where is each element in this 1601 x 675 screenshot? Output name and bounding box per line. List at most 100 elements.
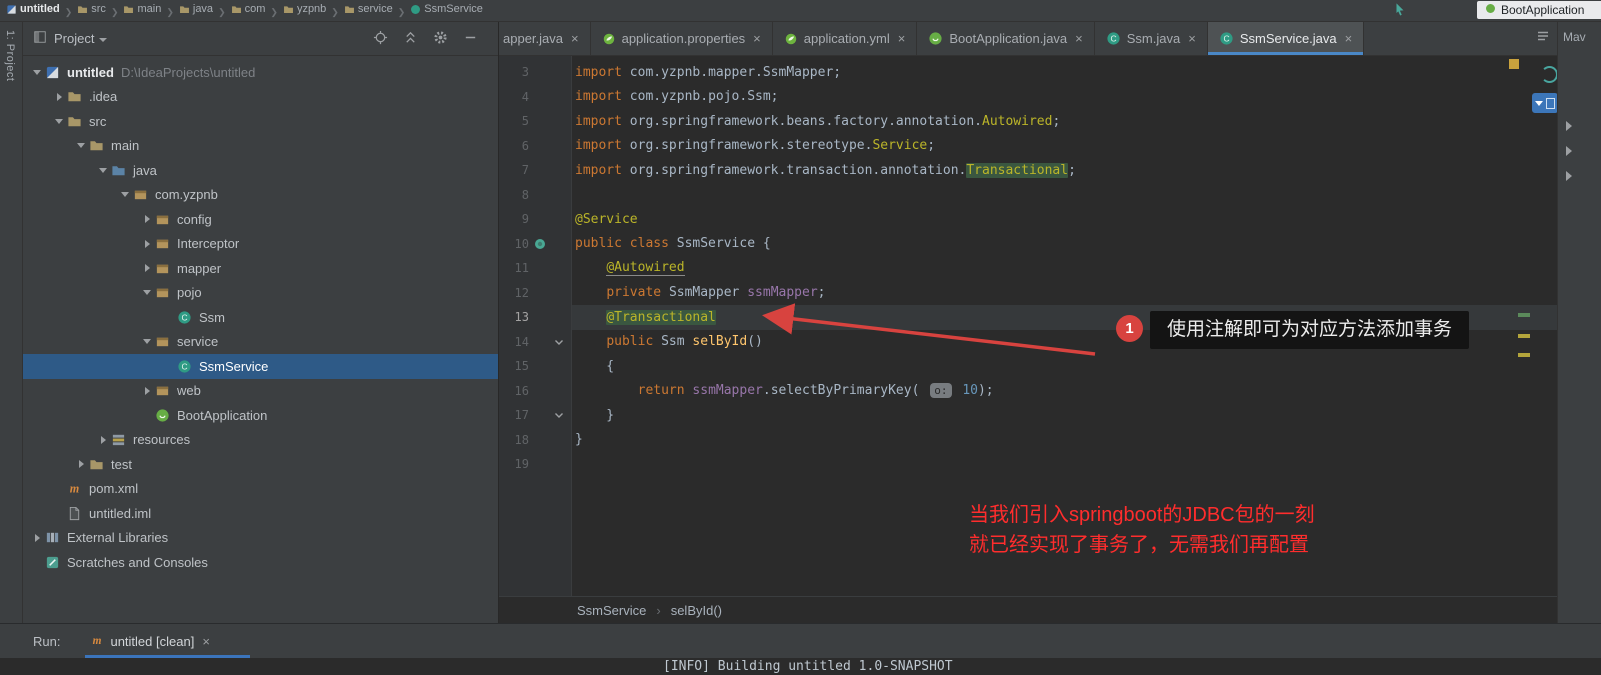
tree-item[interactable]: C Ssm (23, 305, 498, 330)
expand-arrow-right-icon[interactable] (144, 215, 150, 224)
tree-item[interactable]: C SsmService (23, 354, 498, 379)
nav-breadcrumb-item[interactable]: com (231, 3, 265, 15)
expand-arrow-right-icon[interactable] (56, 92, 62, 101)
collapse-all-icon[interactable] (403, 30, 418, 48)
inspections-indicator[interactable] (1509, 59, 1519, 69)
bean-icon[interactable] (529, 238, 551, 250)
project-panel-title[interactable]: Project (54, 31, 94, 46)
sync-icon[interactable] (1541, 66, 1557, 83)
nav-breadcrumb-item[interactable]: service (344, 3, 393, 15)
maven-stripe-button[interactable]: Mav (1563, 30, 1586, 44)
locate-file-icon[interactable] (373, 30, 388, 48)
editor-tab[interactable]: application.properties × (591, 22, 773, 55)
chevron-right-icon[interactable] (1566, 171, 1572, 181)
tree-item[interactable]: pojo (23, 281, 498, 306)
settings-gear-icon[interactable] (433, 30, 448, 48)
tree-item[interactable]: Interceptor (23, 232, 498, 257)
tree-item[interactable]: m pom.xml (23, 477, 498, 502)
gutter-cell[interactable]: 14 (499, 330, 572, 355)
code-line[interactable]: 9 @Service (499, 207, 1557, 232)
expand-arrow-right-icon[interactable] (144, 239, 150, 248)
close-icon[interactable]: × (1075, 31, 1083, 46)
gutter-cell[interactable]: 11 (499, 256, 572, 281)
nav-breadcrumb-item[interactable]: untitled (6, 3, 60, 15)
project-stripe-button[interactable]: 1: Project (4, 30, 16, 81)
tab-list-icon[interactable] (1535, 28, 1551, 49)
tree-item[interactable]: service (23, 330, 498, 355)
code-line[interactable]: 10 public class SsmService { (499, 232, 1557, 257)
expand-arrow-down-icon[interactable] (77, 143, 85, 149)
tree-item[interactable]: BootApplication (23, 403, 498, 428)
gutter-cell[interactable]: 13 (499, 305, 572, 330)
gutter-cell[interactable]: 17 (499, 403, 572, 428)
code-line[interactable]: 12 private SsmMapper ssmMapper; (499, 281, 1557, 306)
gutter-cell[interactable]: 3 (499, 60, 572, 85)
code-line[interactable]: 8 (499, 183, 1557, 208)
nav-breadcrumb-item[interactable]: main (123, 3, 161, 15)
maven-widget[interactable] (1532, 93, 1557, 113)
tree-item[interactable]: External Libraries (23, 526, 498, 551)
gutter-cell[interactable]: 16 (499, 379, 572, 404)
tree-item[interactable]: src (23, 109, 498, 134)
tree-item[interactable]: config (23, 207, 498, 232)
run-console[interactable]: [INFO] Building untitled 1.0-SNAPSHOT (0, 658, 1601, 675)
nav-breadcrumb-item[interactable]: src (77, 3, 106, 15)
tree-item[interactable]: Scratches and Consoles (23, 550, 498, 575)
close-icon[interactable]: × (898, 31, 906, 46)
code-editor[interactable]: 3 import com.yzpnb.mapper.SsmMapper; 4 impo… (499, 56, 1557, 596)
close-icon[interactable]: × (571, 31, 579, 46)
expand-arrow-right-icon[interactable] (78, 460, 84, 469)
chevron-down-icon[interactable] (99, 37, 108, 42)
tree-item[interactable]: untitled.iml (23, 501, 498, 526)
error-stripe-mark[interactable] (1518, 313, 1530, 317)
breadcrumb-item[interactable]: selById() (671, 603, 722, 618)
gutter-cell[interactable]: 6 (499, 134, 572, 159)
gutter-cell[interactable]: 4 (499, 85, 572, 110)
close-icon[interactable]: × (1345, 31, 1353, 46)
expand-arrow-down-icon[interactable] (99, 167, 107, 173)
tree-item[interactable]: .idea (23, 85, 498, 110)
expand-arrow-right-icon[interactable] (34, 533, 40, 542)
chevron-right-icon[interactable] (1566, 146, 1572, 156)
expand-arrow-down-icon[interactable] (143, 339, 151, 345)
editor-tab[interactable]: C Ssm.java × (1095, 22, 1208, 55)
nav-breadcrumb-item[interactable]: java (179, 3, 213, 15)
run-config-selector[interactable]: BootApplication (1477, 1, 1601, 19)
close-icon[interactable]: × (1188, 31, 1196, 46)
expand-arrow-down-icon[interactable] (121, 192, 129, 198)
expand-arrow-down-icon[interactable] (33, 69, 41, 75)
nav-breadcrumb-item[interactable]: yzpnb (283, 3, 326, 15)
code-line[interactable]: 19 (499, 452, 1557, 477)
gutter-cell[interactable]: 12 (499, 281, 572, 306)
code-line[interactable]: 7 import org.springframework.transaction.… (499, 158, 1557, 183)
hide-panel-icon[interactable] (463, 30, 478, 48)
code-line[interactable]: 5 import org.springframework.beans.factor… (499, 109, 1557, 134)
chevron-right-icon[interactable] (1566, 121, 1572, 131)
fold-icon[interactable] (551, 336, 567, 348)
code-line[interactable]: 17 } (499, 403, 1557, 428)
gutter-cell[interactable]: 15 (499, 354, 572, 379)
gutter-cell[interactable]: 9 (499, 207, 572, 232)
gutter-cell[interactable]: 5 (499, 109, 572, 134)
expand-arrow-right-icon[interactable] (144, 386, 150, 395)
gutter-cell[interactable]: 18 (499, 428, 572, 453)
gutter-cell[interactable]: 10 (499, 232, 572, 257)
error-stripe-mark[interactable] (1518, 334, 1530, 338)
editor-tab[interactable]: BootApplication.java × (917, 22, 1095, 55)
expand-arrow-right-icon[interactable] (100, 435, 106, 444)
tree-item[interactable]: mapper (23, 256, 498, 281)
tree-item[interactable]: java (23, 158, 498, 183)
tree-item[interactable]: web (23, 379, 498, 404)
editor-tab[interactable]: C SsmService.java × (1207, 22, 1365, 55)
error-stripe-mark[interactable] (1518, 353, 1530, 357)
code-line[interactable]: 15 { (499, 354, 1557, 379)
gutter-cell[interactable]: 8 (499, 183, 572, 208)
gutter-cell[interactable]: 19 (499, 452, 572, 477)
run-tab[interactable]: m untitled [clean] × (80, 624, 219, 658)
tree-item[interactable]: com.yzpnb (23, 183, 498, 208)
close-icon[interactable]: × (753, 31, 761, 46)
gutter-cell[interactable]: 7 (499, 158, 572, 183)
code-line[interactable]: 18} (499, 428, 1557, 453)
code-line[interactable]: 4 import com.yzpnb.pojo.Ssm; (499, 85, 1557, 110)
fold-icon[interactable] (551, 409, 567, 421)
